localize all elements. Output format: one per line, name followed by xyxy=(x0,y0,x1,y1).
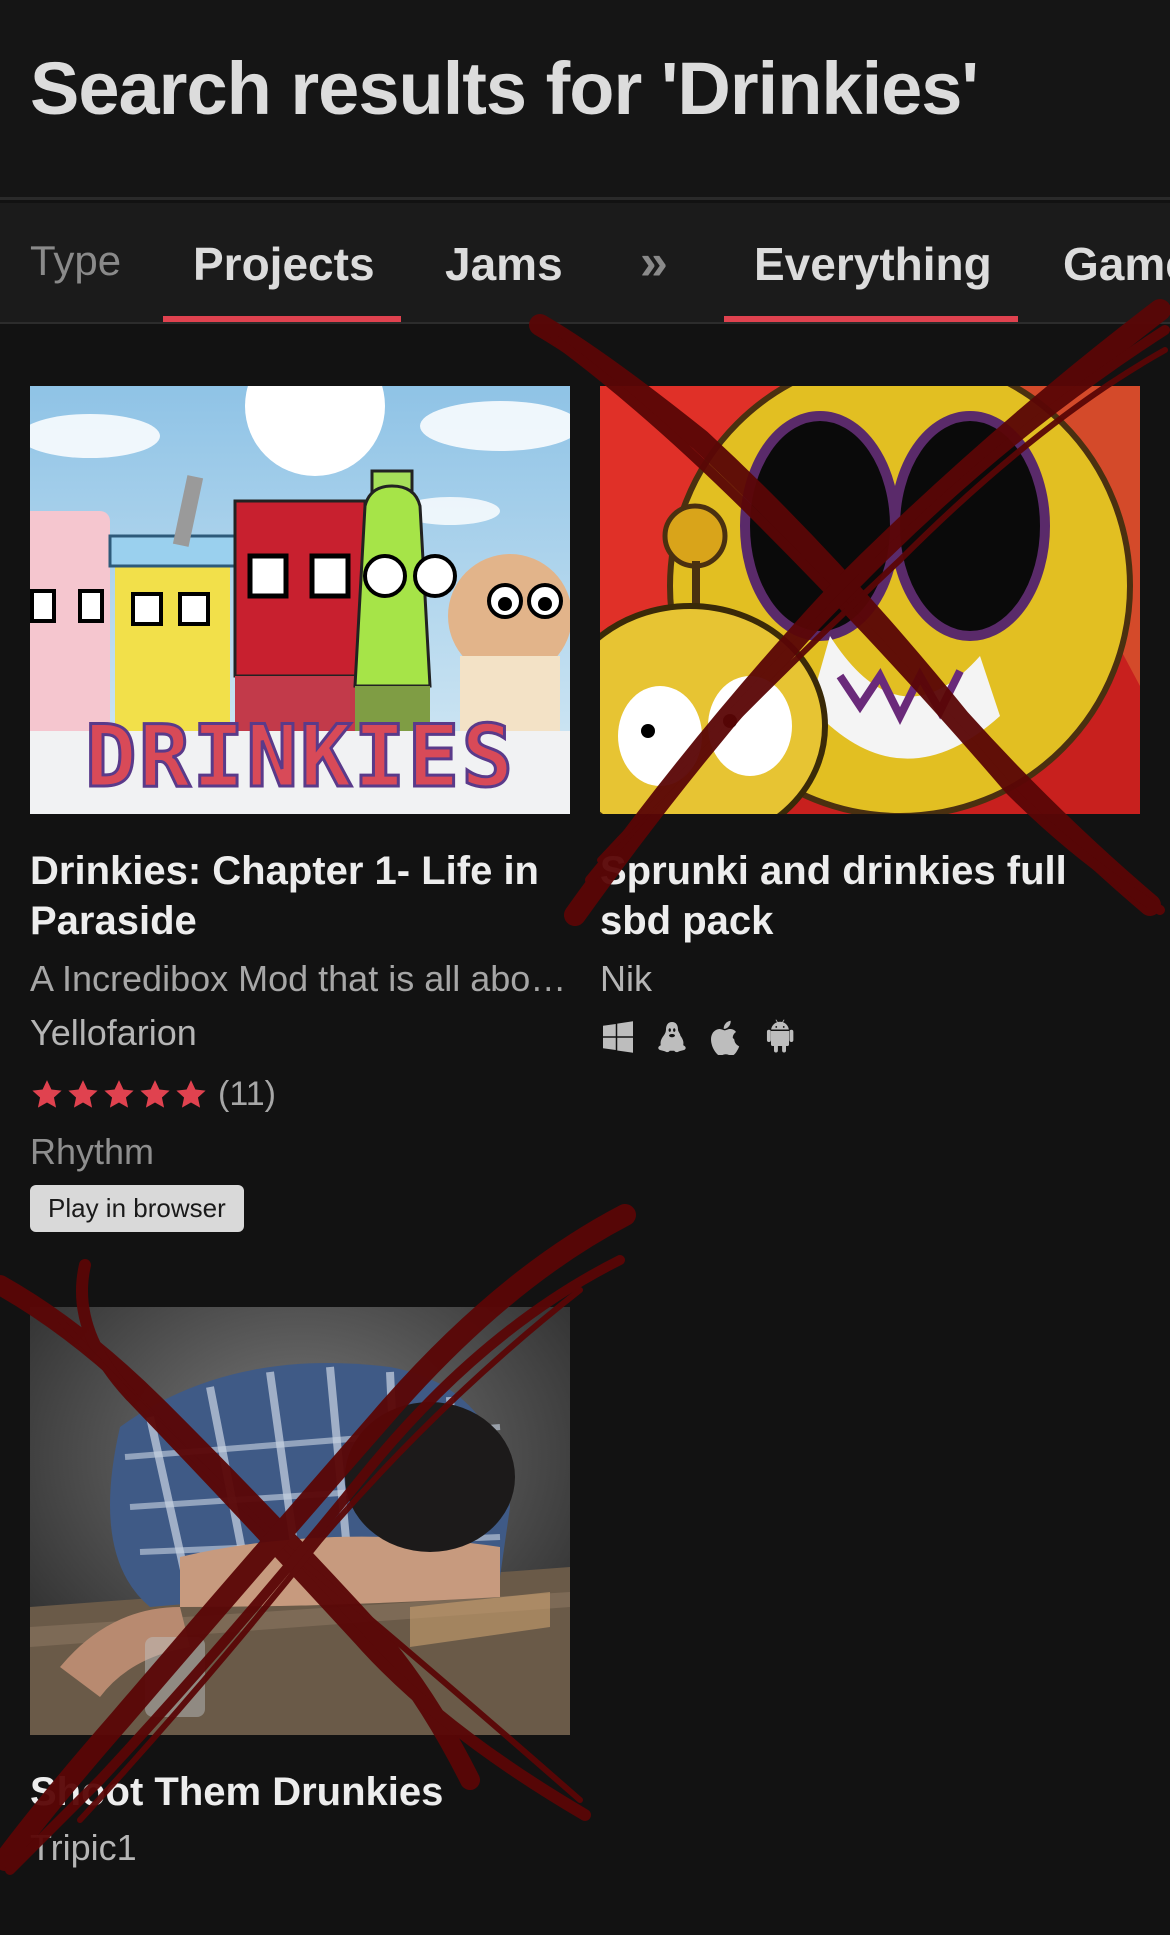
android-icon xyxy=(766,1019,794,1053)
result-author-tripic1[interactable]: Tripic1 xyxy=(30,1827,137,1869)
result-author-nik[interactable]: Nik xyxy=(600,958,652,1000)
page-header: Search results for 'Drinkies' xyxy=(0,0,1170,200)
star-icon xyxy=(68,1079,98,1108)
thumbnail-logo-text: DRINKIES xyxy=(85,707,515,807)
drunkies-thumbnail-image xyxy=(30,1307,570,1735)
tab-projects[interactable]: Projects xyxy=(193,237,375,291)
play-in-browser-button[interactable]: Play in browser xyxy=(30,1185,244,1232)
result-title-drunkies[interactable]: Shoot Them Drunkies xyxy=(30,1767,575,1817)
result-title-sprunki[interactable]: Sprunki and drinkies full sbd pack xyxy=(600,846,1145,946)
star-icon xyxy=(104,1079,134,1108)
apple-icon xyxy=(711,1020,740,1055)
filter-bar: Type Projects Jams » Everything Games xyxy=(0,203,1170,324)
platform-icons xyxy=(600,1019,798,1055)
page-title: Search results for 'Drinkies' xyxy=(30,47,979,130)
tab-projects-underline xyxy=(163,316,401,322)
star-icon xyxy=(32,1079,62,1108)
linux-icon xyxy=(658,1022,686,1053)
tab-jams[interactable]: Jams xyxy=(445,237,563,291)
rating-count: (11) xyxy=(218,1075,276,1113)
windows-icon xyxy=(603,1021,633,1053)
result-thumbnail-sprunki[interactable] xyxy=(600,386,1140,814)
star-icon xyxy=(176,1079,206,1108)
result-thumbnail-drunkies[interactable] xyxy=(30,1307,570,1735)
type-label: Type xyxy=(30,237,122,284)
star-icon xyxy=(140,1079,170,1108)
result-author-yellofarion[interactable]: Yellofarion xyxy=(30,1012,197,1054)
result-description: A Incredibox Mod that is all abo… xyxy=(30,958,567,999)
search-results-page: Search results for 'Drinkies' Type Proje… xyxy=(0,0,1170,1935)
double-chevron-icon[interactable]: » xyxy=(640,233,668,291)
drinkies-thumbnail-image: DRINKIES xyxy=(30,386,570,814)
tab-games[interactable]: Games xyxy=(1063,237,1170,291)
result-title-drinkies[interactable]: Drinkies: Chapter 1- Life in Paraside xyxy=(30,846,575,946)
result-thumbnail-drinkies[interactable]: DRINKIES xyxy=(30,386,570,814)
sprunki-thumbnail-image xyxy=(600,386,1140,814)
result-genre: Rhythm xyxy=(30,1131,155,1172)
tab-everything[interactable]: Everything xyxy=(754,237,992,291)
tab-everything-underline xyxy=(724,316,1018,322)
rating-stars: (11) xyxy=(30,1075,276,1114)
